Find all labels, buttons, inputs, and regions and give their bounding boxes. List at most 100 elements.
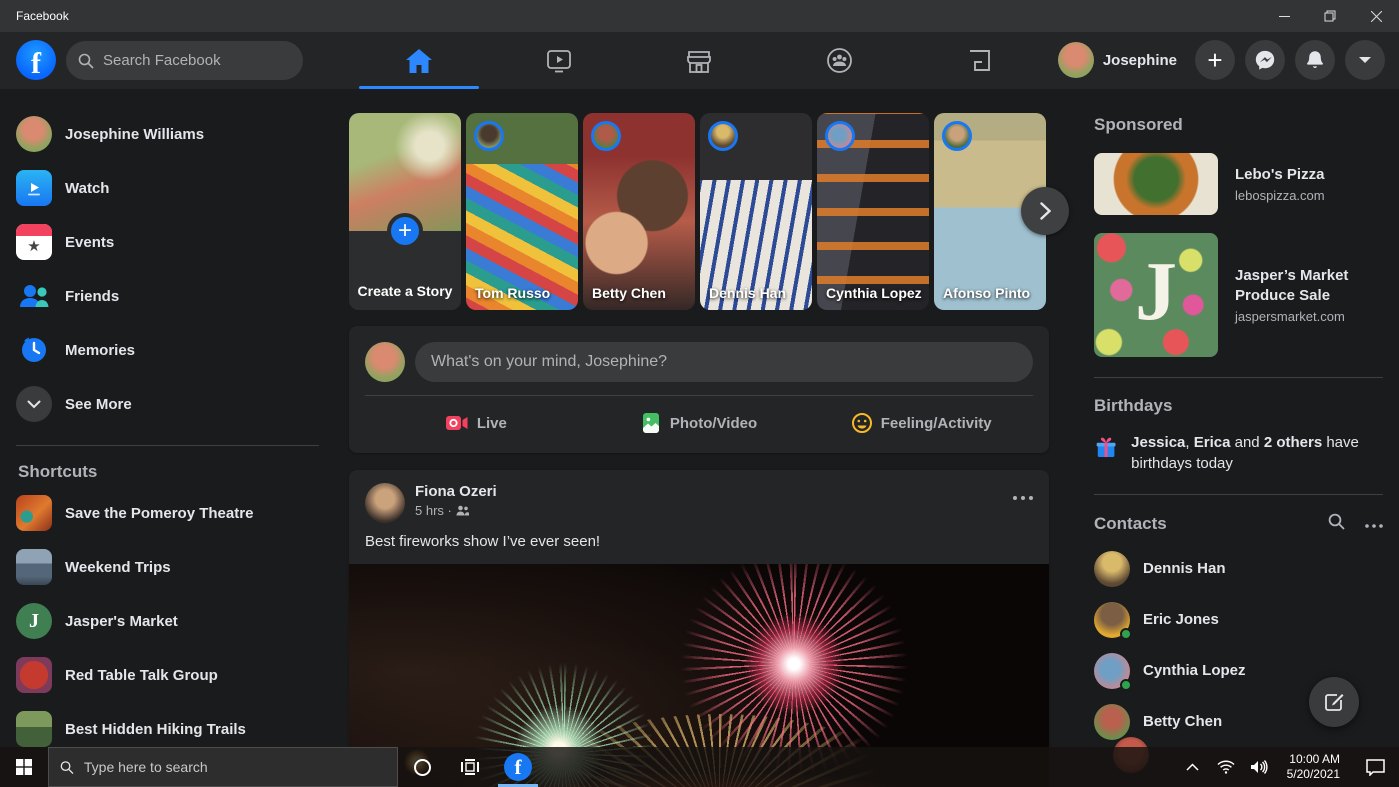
messenger-button[interactable] [1245,40,1285,80]
birthdays-title: Birthdays [1094,396,1383,416]
post-more-button[interactable] [1013,483,1033,505]
cortana-button[interactable] [398,747,446,787]
search-icon [60,760,74,775]
close-icon [1371,11,1382,22]
sponsored-ad[interactable]: Lebo's Pizza lebospizza.com [1094,153,1383,215]
start-button[interactable] [0,747,48,787]
smiley-icon [852,413,872,433]
chevron-up-icon [1186,763,1199,771]
gift-icon [1094,432,1118,464]
facebook-logo-icon[interactable]: f [16,40,56,80]
tray-overflow-button[interactable] [1180,747,1206,787]
composer-avatar [365,342,405,382]
shortcut-jaspers-market[interactable]: J Jasper's Market [16,594,333,648]
taskbar-clock[interactable]: 10:00 AM 5/20/2021 [1279,752,1348,782]
sidebar-item-see-more[interactable]: See More [16,377,333,431]
action-center-button[interactable] [1355,759,1395,776]
volume-status[interactable] [1246,747,1272,787]
live-button[interactable]: Live [365,401,588,445]
restore-button[interactable] [1307,0,1353,32]
sidebar-item-label: See More [65,396,132,413]
nav-tabs [349,32,1049,89]
action-center-icon [1366,759,1385,776]
search-icon [1328,513,1345,530]
compose-icon [1324,692,1344,712]
composer-card: What's on your mind, Josephine? Live Pho… [349,326,1049,453]
sidebar-item-memories[interactable]: Memories [16,323,333,377]
story-avatar [591,121,621,151]
taskbar-search-input[interactable] [84,759,386,775]
watch-icon [545,48,573,74]
shortcut-thumbnail [16,657,52,693]
contact-row[interactable]: Dennis Han [1094,543,1383,594]
story-name: Betty Chen [592,285,689,303]
shortcut-weekend-trips[interactable]: Weekend Trips [16,540,333,594]
stories-next-button[interactable] [1021,187,1069,235]
contacts-search-button[interactable] [1328,513,1345,535]
task-view-button[interactable] [446,747,494,787]
create-story-card[interactable]: + Create a Story [349,113,461,310]
windows-taskbar: f 10:00 AM 5/20/2021 [0,747,1399,787]
tab-gaming[interactable] [909,32,1049,89]
story-card[interactable]: Cynthia Lopez [817,113,929,310]
contacts-options-button[interactable] [1365,515,1383,533]
wifi-status[interactable] [1213,747,1239,787]
story-name: Tom Russo [475,285,572,303]
shortcut-thumbnail: J [16,603,52,639]
messenger-icon [1254,49,1276,71]
left-sidebar: Josephine Williams Watch ★ Events Friend… [0,89,349,747]
shortcut-label: Weekend Trips [65,559,171,576]
minimize-button[interactable] [1261,0,1307,32]
contact-row[interactable]: Eric Jones [1094,594,1383,645]
shortcut-pomeroy-theatre[interactable]: Save the Pomeroy Theatre [16,486,333,540]
story-card[interactable]: Dennis Han [700,113,812,310]
photo-video-button[interactable]: Photo/Video [588,401,811,445]
status-input[interactable]: What's on your mind, Josephine? [415,342,1033,382]
sidebar-item-watch[interactable]: Watch [16,161,333,215]
ad-name: Lebo's Pizza [1235,165,1325,185]
tab-home[interactable] [349,32,489,89]
contact-avatar [1094,551,1130,587]
contact-name: Betty Chen [1143,713,1222,730]
search-bar[interactable] [66,41,303,80]
create-button[interactable]: + [1195,40,1235,80]
sidebar-item-profile[interactable]: Josephine Williams [16,107,333,161]
sponsored-ad[interactable]: J Jasper’s Market Produce Sale jaspersma… [1094,233,1383,357]
contact-name: Dennis Han [1143,560,1226,577]
taskbar-facebook-app[interactable]: f [494,747,542,787]
account-menu-button[interactable] [1345,40,1385,80]
tab-groups[interactable] [769,32,909,89]
shortcut-label: Red Table Talk Group [65,667,218,684]
sponsored-title: Sponsored [1094,115,1383,135]
create-story-plus-icon[interactable]: + [387,213,423,249]
close-button[interactable] [1353,0,1399,32]
task-view-icon [461,759,479,775]
clock-date: 5/20/2021 [1287,767,1340,782]
birthdays-entry[interactable]: Jessica, Erica and 2 others have birthda… [1094,432,1383,474]
tab-watch[interactable] [489,32,629,89]
action-label: Live [477,415,507,432]
post-author-avatar[interactable] [365,483,405,523]
shortcut-thumbnail [16,711,52,747]
chevron-right-icon [1040,202,1051,220]
tab-marketplace[interactable] [629,32,769,89]
story-card[interactable]: Tom Russo [466,113,578,310]
search-input[interactable] [103,52,291,69]
shortcut-red-table-talk[interactable]: Red Table Talk Group [16,648,333,702]
post-author-name[interactable]: Fiona Ozeri [415,483,1013,500]
sidebar-item-events[interactable]: ★ Events [16,215,333,269]
profile-chip[interactable]: Josephine [1058,42,1177,78]
avatar [16,116,52,152]
clock-time: 10:00 AM [1287,752,1340,767]
feeling-activity-button[interactable]: Feeling/Activity [810,401,1033,445]
story-card[interactable]: Betty Chen [583,113,695,310]
profile-avatar [1058,42,1094,78]
new-message-button[interactable] [1309,677,1359,727]
story-avatar [708,121,738,151]
taskbar-search[interactable] [48,747,398,787]
shortcut-thumbnail [16,495,52,531]
story-name: Cynthia Lopez [826,285,923,303]
gaming-icon [967,48,992,73]
notifications-button[interactable] [1295,40,1335,80]
sidebar-item-friends[interactable]: Friends [16,269,333,323]
